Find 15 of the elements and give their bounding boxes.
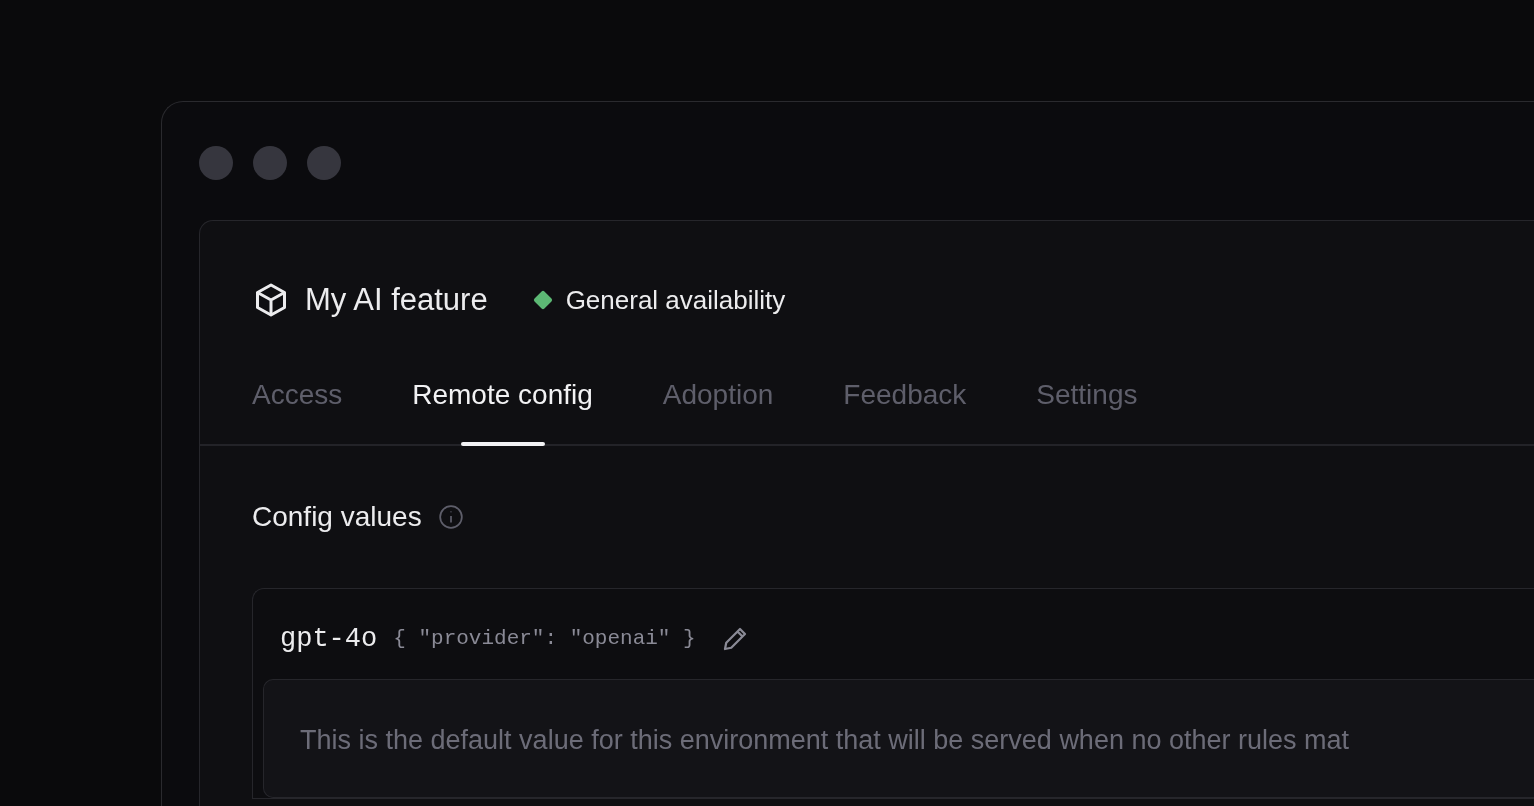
tab[interactable]: Settings bbox=[1036, 373, 1138, 444]
tab[interactable]: Remote config bbox=[412, 373, 593, 444]
status-label: General availability bbox=[565, 283, 786, 317]
window-control[interactable] bbox=[307, 146, 341, 180]
config-value: { "provider": "openai" } bbox=[393, 626, 696, 652]
feature-title: My AI feature bbox=[305, 281, 488, 319]
tab[interactable]: Feedback bbox=[843, 373, 967, 444]
section-title: Config values bbox=[252, 499, 422, 534]
window-control[interactable] bbox=[199, 146, 233, 180]
window-control[interactable] bbox=[253, 146, 287, 180]
tab[interactable]: Access bbox=[252, 373, 343, 444]
config-name: gpt-4o bbox=[280, 622, 378, 656]
info-icon[interactable] bbox=[437, 503, 464, 530]
tab[interactable]: Adoption bbox=[662, 373, 774, 444]
config-description: This is the default value for this environment that will be served when no other rules mat bbox=[263, 679, 1534, 798]
